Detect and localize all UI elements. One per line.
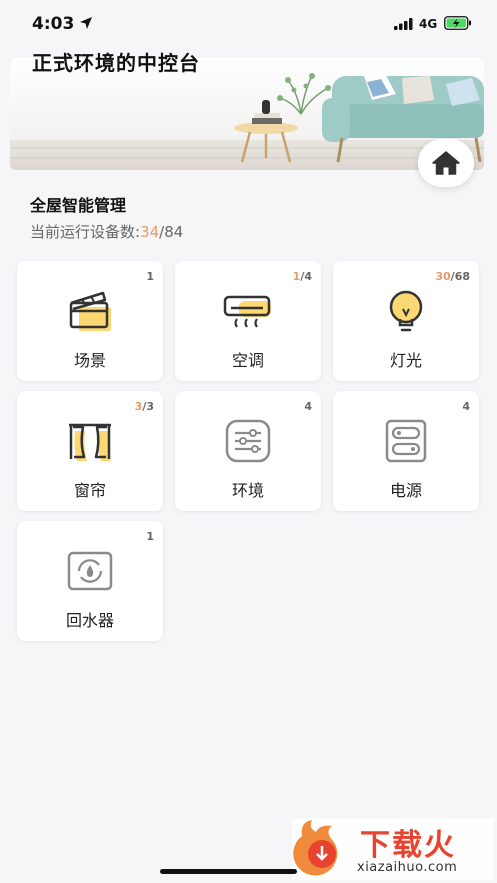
device-count-label: 当前运行设备数: — [30, 223, 141, 241]
device-count-badge: 30/68 — [435, 270, 470, 283]
device-count-badge: 1/4 — [292, 270, 312, 283]
total-device-count: 84 — [164, 223, 184, 241]
home-button[interactable] — [418, 139, 474, 187]
device-count-badge: 4 — [304, 400, 312, 413]
device-count-badge: 1 — [146, 270, 154, 283]
page-title: 正式环境的中控台 — [32, 51, 200, 75]
active-device-count: 34 — [140, 223, 160, 241]
device-card-power[interactable]: 4 电源 — [333, 391, 479, 511]
watermark-brand: 下载火 — [360, 828, 456, 863]
device-card-lighting[interactable]: 30/68 灯光 — [333, 261, 479, 381]
watermark-url: xiazaihuo.com — [357, 860, 458, 875]
device-card-scene[interactable]: 1 场景 — [17, 261, 163, 381]
sliders-icon — [225, 419, 271, 463]
power-switch-icon — [385, 419, 427, 463]
device-count-badge: 3/3 — [134, 400, 154, 413]
home-icon — [432, 151, 460, 175]
device-count-badge: 1 — [146, 530, 154, 543]
cellular-signal-icon — [394, 18, 413, 30]
device-label: 回水器 — [65, 611, 114, 630]
location-arrow-icon — [80, 17, 92, 29]
clapperboard-icon — [69, 291, 111, 331]
light-bulb-icon — [389, 290, 423, 332]
device-label: 电源 — [389, 481, 422, 500]
network-type: 4G — [419, 17, 438, 31]
air-conditioner-icon — [223, 295, 271, 328]
device-label: 场景 — [73, 351, 106, 370]
device-label: 空调 — [231, 351, 264, 370]
device-card-curtain[interactable]: 3/3 窗帘 — [17, 391, 163, 511]
section-title: 全屋智能管理 — [30, 196, 127, 215]
water-recirculator-icon — [67, 551, 113, 591]
status-time: 4:03 — [32, 14, 75, 34]
device-label: 灯光 — [389, 351, 422, 370]
device-label: 环境 — [231, 481, 264, 500]
curtain-icon — [69, 423, 111, 461]
status-bar: 4:03 4G — [0, 0, 497, 48]
device-card-environment[interactable]: 4 环境 — [175, 391, 321, 511]
home-indicator — [160, 869, 297, 874]
running-device-count: 当前运行设备数:34/84 — [30, 221, 183, 242]
battery-charging-icon — [444, 16, 471, 30]
device-card-air-conditioner[interactable]: 1/4 空调 — [175, 261, 321, 381]
device-count-badge: 4 — [462, 400, 470, 413]
device-label: 窗帘 — [73, 481, 106, 500]
device-card-water-return[interactable]: 1 回水器 — [17, 521, 163, 641]
